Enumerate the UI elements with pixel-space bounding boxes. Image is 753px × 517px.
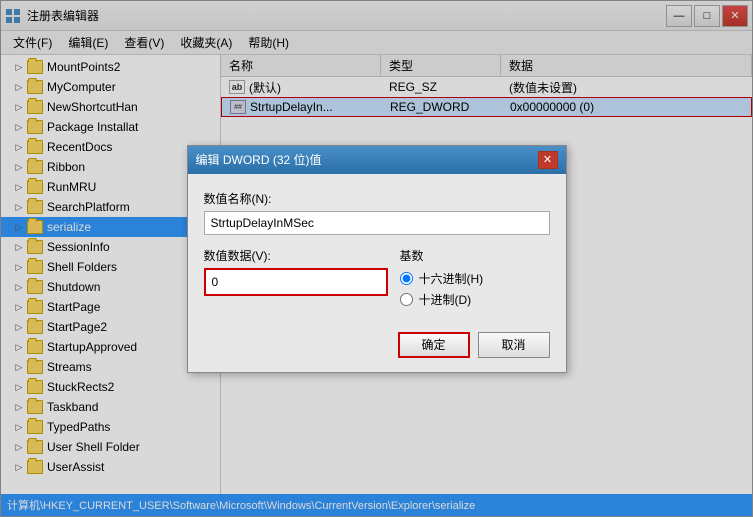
value-base-row: 数值数据(V): 基数 十六进制(H) 十进制(D) xyxy=(204,247,550,308)
radio-hex[interactable] xyxy=(400,272,413,285)
modal-dialog: 编辑 DWORD (32 位)值 ✕ 数值名称(N): 数值数据(V): xyxy=(187,145,567,373)
ok-button[interactable]: 确定 xyxy=(398,332,470,358)
modal-title: 编辑 DWORD (32 位)值 xyxy=(196,151,322,168)
cancel-button[interactable]: 取消 xyxy=(478,332,550,358)
base-section: 基数 十六进制(H) 十进制(D) xyxy=(400,247,550,308)
radio-hex-text: 十六进制(H) xyxy=(419,270,484,287)
value-label: 数值数据(V): xyxy=(204,247,388,264)
name-input[interactable] xyxy=(204,211,550,235)
modal-overlay: 编辑 DWORD (32 位)值 ✕ 数值名称(N): 数值数据(V): xyxy=(0,0,753,517)
value-input[interactable] xyxy=(204,268,388,296)
radio-group: 十六进制(H) 十进制(D) xyxy=(400,270,550,308)
radio-hex-label[interactable]: 十六进制(H) xyxy=(400,270,550,287)
radio-dec-label[interactable]: 十进制(D) xyxy=(400,291,550,308)
value-section: 数值数据(V): xyxy=(204,247,388,308)
modal-buttons: 确定 取消 xyxy=(188,324,566,372)
modal-body: 数值名称(N): 数值数据(V): 基数 十六进制(H) xyxy=(188,174,566,324)
modal-close-button[interactable]: ✕ xyxy=(538,151,558,169)
radio-dec-text: 十进制(D) xyxy=(419,291,472,308)
modal-title-bar: 编辑 DWORD (32 位)值 ✕ xyxy=(188,146,566,174)
base-title: 基数 xyxy=(400,247,550,264)
name-form-group: 数值名称(N): xyxy=(204,190,550,235)
name-label: 数值名称(N): xyxy=(204,190,550,207)
radio-dec[interactable] xyxy=(400,293,413,306)
